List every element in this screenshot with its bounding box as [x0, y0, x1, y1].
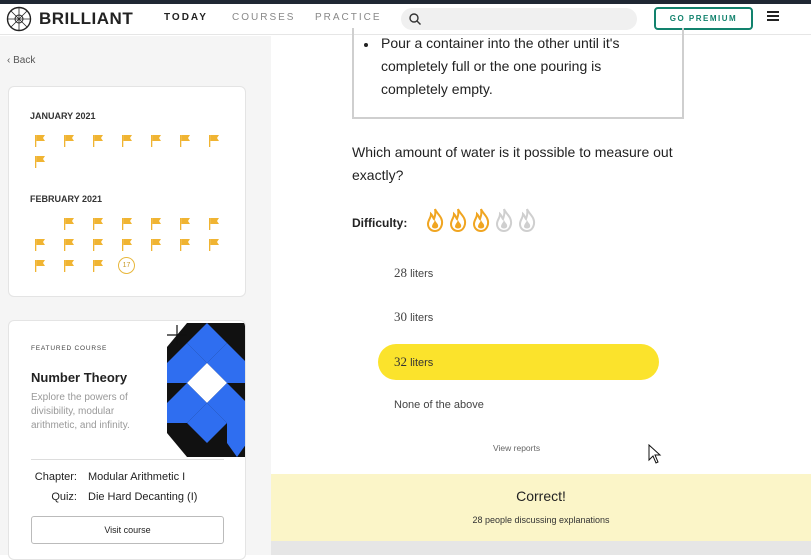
rule-box: Pour a container into the other until it… [352, 28, 684, 119]
quiz-label: Quiz: [51, 491, 77, 503]
answer-option-4[interactable]: None of the above [378, 387, 659, 423]
flame-filled-icon [472, 208, 490, 232]
option-unit: liters [410, 268, 434, 280]
option-number: 30 [394, 309, 407, 324]
streak-flag-icon [35, 259, 45, 272]
streak-flag-icon [151, 134, 161, 147]
streak-flag-icon [122, 217, 132, 230]
sidebar: ‹ Back JANUARY 2021 FEBRUARY 2021 17 FEA… [0, 36, 271, 560]
discussion-link[interactable]: 28 people discussing explanations [271, 515, 811, 525]
streak-flag-icon [180, 217, 190, 230]
answer-option-3-selected[interactable]: 32 liters [378, 344, 659, 380]
back-link[interactable]: ‹ Back [7, 55, 35, 66]
streak-flag-icon [35, 155, 45, 168]
streak-flag-icon [180, 134, 190, 147]
flame-empty-icon [495, 208, 513, 232]
calendar-day-current[interactable]: 17 [118, 257, 135, 274]
visit-course-button[interactable]: Visit course [31, 516, 224, 544]
chapter-label: Chapter: [34, 471, 77, 483]
streak-flag-icon [151, 238, 161, 251]
streak-flag-icon [93, 217, 103, 230]
streak-flag-icon [151, 217, 161, 230]
nav-courses[interactable]: COURSES [232, 12, 295, 23]
streak-calendar-card: JANUARY 2021 FEBRUARY 2021 17 [8, 86, 246, 297]
option-unit: liters [410, 357, 434, 369]
answer-option-1[interactable]: 28 liters [378, 255, 659, 291]
option-number: 28 [394, 265, 407, 280]
streak-flag-icon [64, 259, 74, 272]
search-input[interactable] [401, 8, 637, 30]
rule-text: Pour a container into the other until it… [381, 35, 620, 97]
streak-flag-icon [64, 238, 74, 251]
quiz-value: Die Hard Decanting (I) [88, 491, 198, 503]
featured-eyebrow: FEATURED COURSE [31, 345, 108, 352]
view-reports-link[interactable]: View reports [493, 443, 540, 453]
brilliant-logo-icon [6, 6, 32, 32]
result-panel: Correct! 28 people discussing explanatio… [271, 474, 811, 541]
streak-flag-icon [64, 217, 74, 230]
divider [31, 459, 224, 460]
streak-flag-icon [209, 238, 219, 251]
mouse-cursor-icon [648, 444, 662, 464]
option-unit: None of the above [394, 399, 484, 411]
flame-empty-icon [518, 208, 536, 232]
go-premium-button[interactable]: GO PREMIUM [654, 7, 753, 30]
flame-filled-icon [449, 208, 467, 232]
option-unit: liters [410, 312, 434, 324]
brilliant-logo[interactable]: BRILLIANT [6, 6, 133, 32]
nav-today[interactable]: TODAY [164, 12, 208, 23]
course-title[interactable]: Number Theory [31, 370, 127, 385]
streak-flag-icon [180, 238, 190, 251]
nav-practice[interactable]: PRACTICE [315, 12, 382, 23]
streak-flag-icon [93, 238, 103, 251]
difficulty-rating [425, 208, 537, 232]
back-chevron-icon: ‹ [7, 55, 11, 66]
month-label-february: FEBRUARY 2021 [30, 194, 103, 204]
chapter-value: Modular Arithmetic I [88, 471, 186, 483]
option-number: 32 [394, 354, 407, 369]
streak-flag-icon [93, 134, 103, 147]
course-description: Explore the powers of divisibility, modu… [31, 392, 130, 431]
question-text: Which amount of water is it possible to … [352, 144, 673, 183]
streak-flag-icon [35, 134, 45, 147]
streak-flag-icon [122, 238, 132, 251]
bullet-dot [364, 43, 368, 47]
back-label: Back [13, 55, 36, 66]
result-title: Correct! [516, 488, 566, 504]
search-icon [409, 13, 421, 25]
difficulty-label: Difficulty: [352, 216, 408, 230]
streak-flag-icon [209, 134, 219, 147]
streak-flag-icon [93, 259, 103, 272]
flame-filled-icon [426, 208, 444, 232]
hamburger-menu-icon[interactable] [767, 11, 779, 23]
problem-area: Pour a container into the other until it… [271, 28, 811, 555]
bottom-bar [271, 541, 811, 555]
streak-flag-icon [209, 217, 219, 230]
month-label-january: JANUARY 2021 [30, 111, 96, 121]
featured-course-card: FEATURED COURSE Number Theory Explore th… [8, 320, 246, 560]
streak-flag-icon [122, 134, 132, 147]
streak-flag-icon [64, 134, 74, 147]
logo-text: BRILLIANT [39, 9, 134, 28]
course-art-illustration [167, 323, 245, 457]
answer-option-2[interactable]: 30 liters [378, 299, 659, 335]
streak-flag-icon [35, 238, 45, 251]
